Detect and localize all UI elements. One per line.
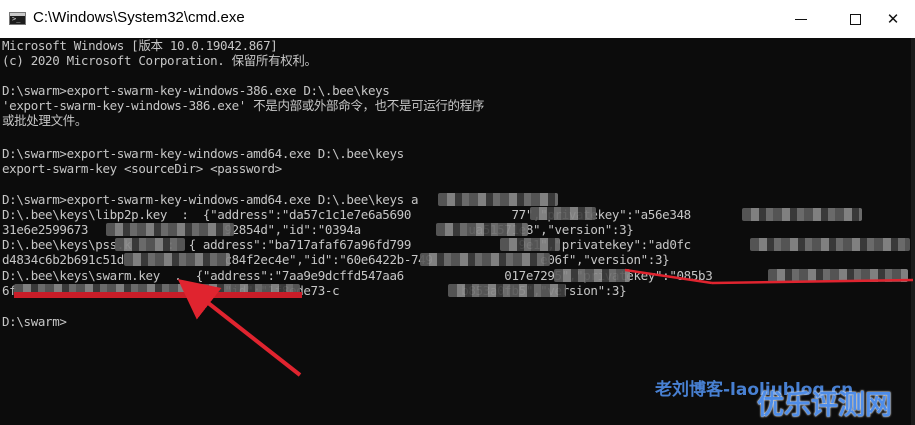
console-line: D:\.bee\keys\pss.k : { address":"ba717af…: [2, 237, 691, 252]
console-line: 'export-swarm-key-windows-386.exe' 不是内部或…: [2, 98, 484, 113]
console-line: D:\swarm>export-swarm-key-windows-386.ex…: [2, 83, 390, 98]
window-title: C:\Windows\System32\cmd.exe: [33, 9, 245, 26]
censored-region: [750, 238, 910, 251]
console-line: (c) 2020 Microsoft Corporation. 保留所有权利。: [2, 53, 317, 68]
minimize-icon: [795, 18, 807, 20]
console-output[interactable]: Microsoft Windows [版本 10.0.19042.867] (c…: [0, 38, 915, 425]
red-redaction-bar: [14, 292, 302, 298]
censored-region: [742, 208, 862, 221]
censored-region: [438, 193, 558, 206]
censored-region: [420, 253, 550, 266]
cmd-app-icon: [9, 12, 26, 25]
console-line: 31e6e2599673 92854d","id":"0394a ua51571…: [2, 222, 634, 237]
censored-region: [106, 223, 234, 236]
censored-region: [436, 223, 528, 236]
censored-region: [768, 269, 908, 282]
censored-region: [500, 238, 560, 251]
censored-region: [115, 238, 185, 251]
console-line: D:\swarm>: [2, 314, 67, 329]
minimize-button[interactable]: [778, 0, 824, 38]
console-line: 或批处理文件。: [2, 113, 88, 128]
censored-region: [530, 207, 596, 220]
censored-region: [124, 253, 230, 266]
console-line: Microsoft Windows [版本 10.0.19042.867]: [2, 38, 278, 53]
console-line: D:\swarm>export-swarm-key-windows-amd64.…: [2, 192, 419, 207]
console-line: export-swarm-key <sourceDir> <password>: [2, 161, 282, 176]
console-line: d4834c6b2b691c51d c84f2ec4e","id":"60e64…: [2, 252, 670, 267]
close-icon: ✕: [886, 10, 900, 28]
watermark-main: 优乐评测网: [757, 390, 892, 421]
censored-region: [448, 284, 566, 297]
console-scrollbar[interactable]: [911, 38, 915, 425]
censored-region: [554, 269, 630, 282]
title-bar: C:\Windows\System32\cmd.exe ✕: [0, 0, 915, 39]
console-line: D:\swarm>export-swarm-key-windows-amd64.…: [2, 146, 404, 161]
maximize-icon: [849, 13, 861, 25]
close-button[interactable]: ✕: [870, 0, 915, 38]
